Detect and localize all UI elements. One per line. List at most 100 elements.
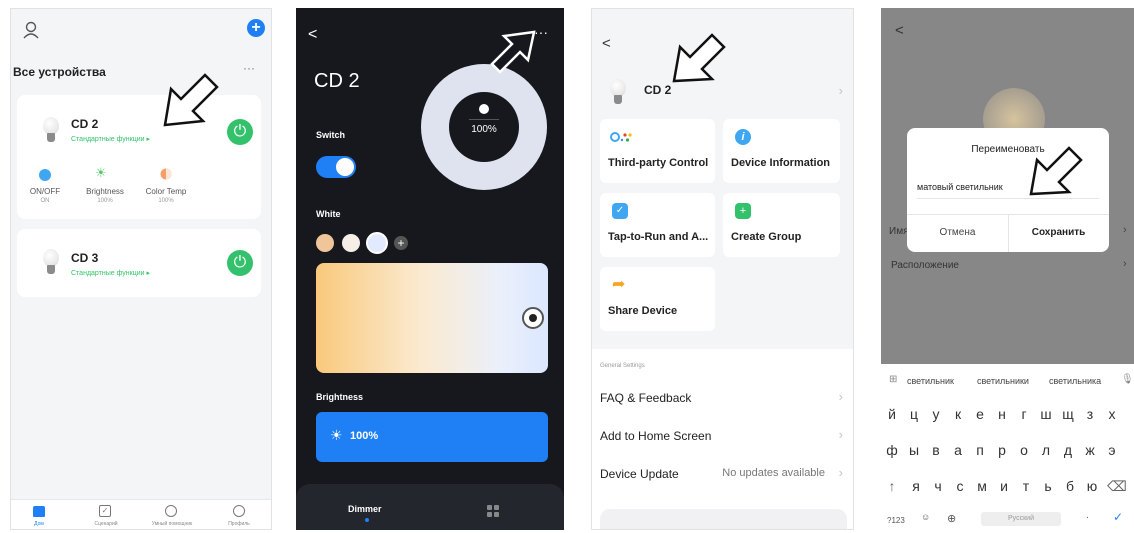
- control-label: ON/OFF: [29, 187, 61, 196]
- profile-tab-icon[interactable]: [233, 505, 245, 517]
- nav-label[interactable]: Дом: [23, 521, 55, 527]
- apps-grid-icon[interactable]: ⊞: [889, 374, 897, 385]
- dial-value: 100%: [471, 124, 497, 135]
- smart-icon[interactable]: [165, 505, 177, 517]
- tile-tap-to-run[interactable]: ✓ Tap-to-Run and A...: [600, 193, 715, 257]
- key[interactable]: г: [1015, 406, 1033, 422]
- power-button[interactable]: ⏻: [227, 119, 253, 145]
- key[interactable]: ж: [1081, 442, 1099, 458]
- suggestion[interactable]: светильники: [977, 376, 1029, 386]
- power-button[interactable]: ⏻: [227, 250, 253, 276]
- key[interactable]: л: [1037, 442, 1055, 458]
- tile-third-party-control[interactable]: Third-party Control: [600, 119, 715, 183]
- grid-icon[interactable]: [487, 505, 499, 517]
- emoji-key[interactable]: ☺: [921, 512, 930, 522]
- nav-label[interactable]: Сценарий: [89, 521, 123, 527]
- device-card-cd2[interactable]: CD 2 Стандартные функции ▸ ⏻ ☀ ON/OFF ON…: [17, 95, 261, 219]
- cancel-button[interactable]: Отмена: [907, 227, 1008, 238]
- tile-device-information[interactable]: i Device Information: [723, 119, 840, 183]
- rename-input[interactable]: матовый светильник: [917, 182, 1003, 192]
- key[interactable]: й: [883, 406, 901, 422]
- bg-row-location: Расположение: [891, 260, 959, 271]
- power-control-icon[interactable]: [39, 169, 51, 181]
- back-icon[interactable]: <: [602, 35, 611, 52]
- add-device-button[interactable]: +: [247, 19, 265, 37]
- shift-key[interactable]: ↑: [883, 478, 901, 494]
- remove-device-button[interactable]: [600, 509, 847, 529]
- suggestion[interactable]: светильник: [907, 376, 954, 386]
- key[interactable]: а: [949, 442, 967, 458]
- scene-icon[interactable]: ✓: [99, 505, 111, 517]
- tile-share-device[interactable]: ➦ Share Device: [600, 267, 715, 331]
- key[interactable]: з: [1081, 406, 1099, 422]
- key[interactable]: ш: [1037, 406, 1055, 422]
- suggestion[interactable]: светильника: [1049, 376, 1101, 386]
- brightness-value: 100%: [350, 430, 379, 442]
- key[interactable]: ч: [929, 478, 947, 494]
- brightness-dial[interactable]: 100%: [421, 64, 547, 190]
- color-temp-palette[interactable]: [316, 263, 548, 373]
- globe-icon[interactable]: ⊕: [947, 512, 956, 525]
- key[interactable]: щ: [1059, 406, 1077, 422]
- pointer-arrow-icon: [1029, 146, 1083, 196]
- switch-toggle[interactable]: [316, 156, 356, 178]
- home-icon[interactable]: [33, 506, 45, 517]
- key[interactable]: к: [949, 406, 967, 422]
- device-card-cd3[interactable]: CD 3 Стандартные функции ▸ ⏻: [17, 229, 261, 297]
- color-temp-icon[interactable]: [160, 168, 172, 180]
- done-key[interactable]: ✓: [1113, 510, 1123, 524]
- nav-label[interactable]: Профиль: [221, 521, 257, 527]
- row-device-update[interactable]: Device Update No updates available ›: [592, 455, 853, 493]
- brightness-slider[interactable]: ☀ 100%: [316, 412, 548, 462]
- row-faq-feedback[interactable]: FAQ & Feedback ›: [592, 379, 853, 417]
- preset-warm[interactable]: [316, 234, 334, 252]
- mic-icon[interactable]: 🎙: [1121, 374, 1134, 385]
- key[interactable]: б: [1061, 478, 1079, 494]
- assistant-icon: [610, 132, 632, 142]
- key[interactable]: н: [993, 406, 1011, 422]
- key[interactable]: ф: [883, 442, 901, 458]
- key[interactable]: у: [927, 406, 945, 422]
- back-icon[interactable]: <: [895, 22, 904, 39]
- device-subtitle[interactable]: Стандартные функции ▸: [71, 269, 150, 277]
- save-button[interactable]: Сохранить: [1008, 227, 1109, 238]
- numbers-key[interactable]: ?123: [887, 516, 905, 525]
- chevron-right-icon: ›: [838, 427, 843, 442]
- profile-icon[interactable]: [23, 21, 39, 39]
- key[interactable]: в: [927, 442, 945, 458]
- brightness-icon[interactable]: ☀: [95, 165, 107, 181]
- key[interactable]: с: [951, 478, 969, 494]
- key[interactable]: э: [1103, 442, 1121, 458]
- key[interactable]: ь: [1039, 478, 1057, 494]
- key[interactable]: и: [995, 478, 1013, 494]
- palette-handle[interactable]: [522, 307, 544, 329]
- bulb-icon: [610, 79, 626, 105]
- preset-neutral[interactable]: [342, 234, 360, 252]
- key[interactable]: я: [907, 478, 925, 494]
- key[interactable]: п: [971, 442, 989, 458]
- preset-cool[interactable]: [366, 232, 388, 254]
- device-subtitle[interactable]: Стандартные функции ▸: [71, 135, 150, 143]
- period-key[interactable]: .: [1086, 510, 1089, 521]
- section-header: General Settings: [600, 363, 645, 369]
- device-title: CD 2: [314, 70, 360, 92]
- key[interactable]: м: [973, 478, 991, 494]
- key[interactable]: ю: [1083, 478, 1101, 494]
- key[interactable]: о: [1015, 442, 1033, 458]
- key[interactable]: ы: [905, 442, 923, 458]
- backspace-key[interactable]: ⌫: [1107, 478, 1127, 495]
- key[interactable]: е: [971, 406, 989, 422]
- key[interactable]: р: [993, 442, 1011, 458]
- nav-label[interactable]: Умный помощник: [151, 521, 193, 527]
- key[interactable]: т: [1017, 478, 1035, 494]
- tab-dimmer[interactable]: Dimmer: [348, 504, 382, 514]
- key[interactable]: х: [1103, 406, 1121, 422]
- more-options-icon[interactable]: ···: [243, 61, 255, 75]
- back-icon[interactable]: <: [308, 26, 317, 44]
- add-preset-button[interactable]: +: [394, 236, 408, 250]
- space-key[interactable]: Русский: [981, 512, 1061, 526]
- tile-create-group[interactable]: + Create Group: [723, 193, 840, 257]
- row-add-to-home[interactable]: Add to Home Screen ›: [592, 417, 853, 455]
- key[interactable]: д: [1059, 442, 1077, 458]
- key[interactable]: ц: [905, 406, 923, 422]
